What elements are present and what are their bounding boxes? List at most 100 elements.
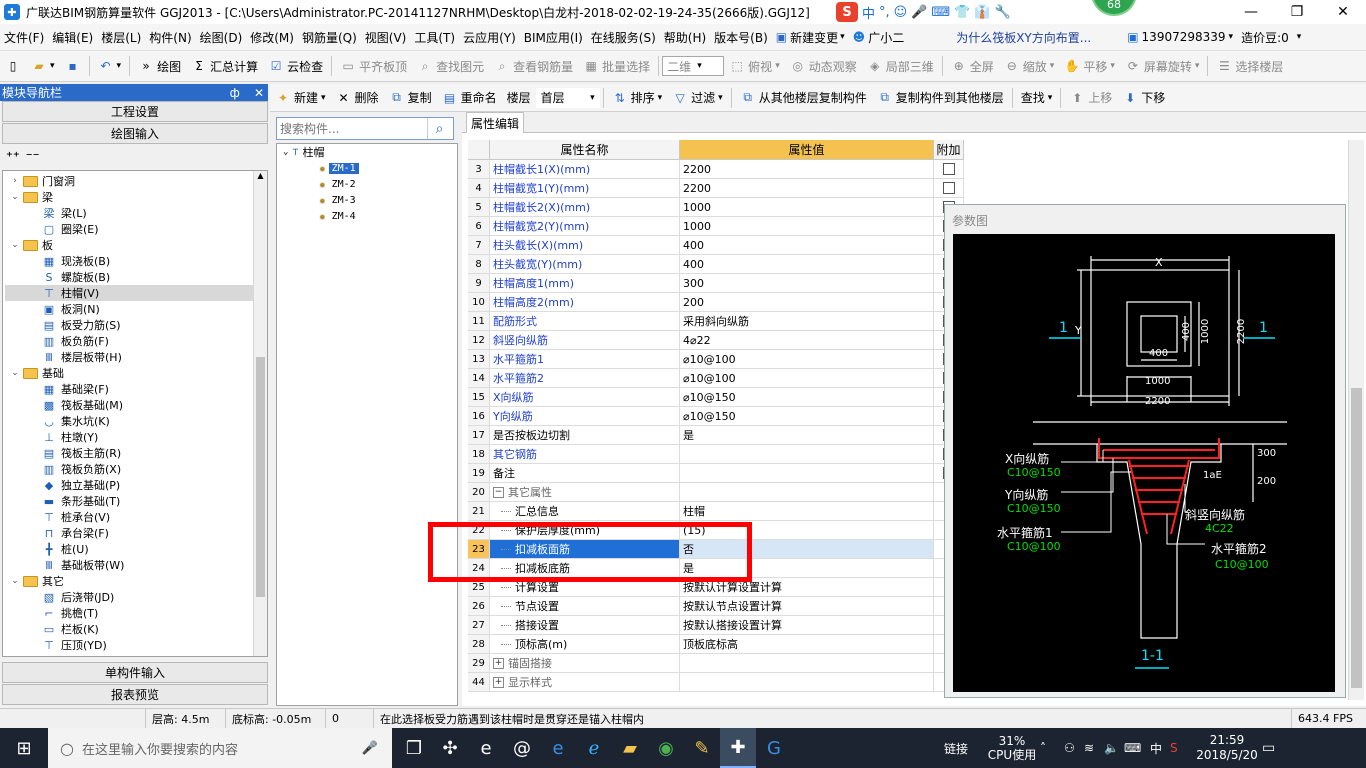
notification-icon[interactable]: ▭ <box>1262 740 1298 756</box>
tree-item[interactable]: ⊤ 柱帽(V) <box>5 285 253 301</box>
ie-icon[interactable]: ℯ <box>576 728 612 768</box>
shirt-icon[interactable]: 👔 <box>974 5 990 20</box>
expand-toggle-icon[interactable]: ⌄ <box>9 576 21 586</box>
floor-select[interactable]: 首层 ▾ <box>535 87 600 108</box>
property-row[interactable]: 27 搭接设置 按默认搭接设置计算 <box>468 616 964 635</box>
keyboard-icon[interactable]: ⌨ <box>1124 741 1150 755</box>
scroll-thumb[interactable] <box>256 357 265 597</box>
tree-folder[interactable]: › 门窗洞 <box>5 173 253 189</box>
property-row[interactable]: 44 + 显示样式 <box>468 673 964 692</box>
people-icon[interactable]: ⚇ <box>1064 741 1084 755</box>
menu-component[interactable]: 构件(N) <box>145 24 195 50</box>
tree-item[interactable]: ▧ 后浇带(JD) <box>5 589 253 605</box>
menu-floor[interactable]: 楼层(L) <box>97 24 145 50</box>
property-value[interactable]: 2200 <box>680 179 934 198</box>
sum-calc-button[interactable]: Σ 汇总计算 <box>186 51 263 81</box>
task-view-icon[interactable]: ❐ <box>396 728 432 768</box>
property-row[interactable]: 6 柱帽截宽2(Y)(mm) 1000 <box>468 217 964 236</box>
property-row[interactable]: 17 是否按板边切割 是 <box>468 426 964 445</box>
menu-online[interactable]: 在线服务(S) <box>587 24 660 50</box>
batch-select-button[interactable]: ▦ 批量选择 <box>578 51 655 81</box>
cloud-check-button[interactable]: ☑ 云检查 <box>263 51 328 81</box>
chevron-up-icon[interactable]: ˄ <box>1040 741 1064 755</box>
property-row[interactable]: 12 斜竖向纵筋 4⌀22 <box>468 331 964 350</box>
fan-app-icon[interactable]: ✣ <box>432 728 468 768</box>
tree-item[interactable]: ▤ 板受力筋(S) <box>5 317 253 333</box>
emoji-icon[interactable]: ☺ <box>894 5 908 20</box>
property-value[interactable]: ⌀10@100 <box>680 369 934 388</box>
property-row[interactable]: 11 配筋形式 采用斜向纵筋 <box>468 312 964 331</box>
property-value[interactable] <box>680 673 934 692</box>
undo-button[interactable]: ↶ ▾ <box>93 51 127 81</box>
copy-button[interactable]: ⧉ 复制 <box>384 83 437 113</box>
component-item[interactable]: ✹ ZM-3 <box>277 192 457 208</box>
menu-help[interactable]: 帮助(H) <box>660 24 710 50</box>
cost-beans[interactable]: 造价豆:0 <box>1237 24 1293 50</box>
delete-button[interactable]: ✕ 删除 <box>331 83 384 113</box>
file-explorer-icon[interactable]: ▰ <box>612 728 648 768</box>
collapse-all-icon[interactable]: ⁻⁻ <box>26 150 40 165</box>
new-change-button[interactable]: ▣ 新建变更 ▾ <box>772 24 849 50</box>
menu-version[interactable]: 版本号(B) <box>710 24 772 50</box>
property-value[interactable]: ⌀10@150 <box>680 407 934 426</box>
property-row[interactable]: 5 柱帽截长2(X)(mm) 1000 <box>468 198 964 217</box>
expand-all-icon[interactable]: ⁺⁺ <box>6 150 20 165</box>
select-floor-button[interactable]: ☰ 选择楼层 <box>1211 51 1288 81</box>
scroll-up-icon[interactable]: ▲ <box>254 171 267 185</box>
collapse-icon[interactable]: ⌄ <box>283 147 288 157</box>
property-row[interactable]: 14 水平箍筋2 ⌀10@100 <box>468 369 964 388</box>
search-icon[interactable]: ⌕ <box>427 118 451 139</box>
tree-item[interactable]: Ⅲ 楼层板带(H) <box>5 349 253 365</box>
tree-item[interactable]: ⊤ 压顶(YD) <box>5 637 253 653</box>
collapse-icon[interactable]: − <box>493 486 504 498</box>
property-row[interactable]: 26 节点设置 按默认节点设置计算 <box>468 597 964 616</box>
new-component-button[interactable]: ✦ 新建 ▾ <box>270 83 331 113</box>
property-row[interactable]: 10 柱帽高度2(mm) 200 <box>468 293 964 312</box>
full-screen-button[interactable]: ⊕ 全屏 <box>946 51 999 81</box>
component-search[interactable]: ⌕ <box>276 117 454 140</box>
property-value[interactable]: 采用斜向纵筋 <box>680 312 934 331</box>
menu-rebar[interactable]: 钢筋量(Q) <box>298 24 361 50</box>
tree-folder[interactable]: ⌄ 基础 <box>5 365 253 381</box>
report-preview-button[interactable]: 报表预览 <box>2 684 268 705</box>
tree-folder[interactable]: ⌄ 板 <box>5 237 253 253</box>
edge-browser-icon[interactable]: e <box>540 728 576 768</box>
expand-toggle-icon[interactable]: › <box>9 176 21 186</box>
clock[interactable]: 21:59 2018/5/20 <box>1192 733 1262 763</box>
property-value[interactable]: 1000 <box>680 217 934 236</box>
property-scrollbar[interactable] <box>1348 140 1364 700</box>
question-link[interactable]: 为什么筏板XY方向布置... <box>952 24 1095 50</box>
single-input-button[interactable]: 单构件输入 <box>2 662 268 683</box>
glodon-g-icon[interactable]: G <box>756 728 792 768</box>
property-value[interactable]: 4⌀22 <box>680 331 934 350</box>
wifi-icon[interactable]: ≋ <box>1084 741 1104 755</box>
notes-app-icon[interactable]: ✎ <box>684 728 720 768</box>
taskbar-search[interactable]: ○ 在这里输入你要搜索的内容 🎤 <box>48 728 392 768</box>
filter-button[interactable]: ▽ 过滤 ▾ <box>667 83 728 113</box>
property-row[interactable]: 21 汇总信息 柱帽 <box>468 502 964 521</box>
microphone-icon[interactable]: 🎤 <box>911 5 927 20</box>
property-value[interactable] <box>680 464 934 483</box>
property-value[interactable]: 2200 <box>680 160 934 179</box>
property-row[interactable]: 29 + 锚固搭接 <box>468 654 964 673</box>
tree-item[interactable]: ▥ 板负筋(F) <box>5 333 253 349</box>
scroll-thumb[interactable] <box>1351 388 1362 688</box>
tray-link[interactable]: 链接 <box>944 740 984 757</box>
punctuation-icon[interactable]: °, <box>879 5 890 20</box>
property-value[interactable]: 200 <box>680 293 934 312</box>
dynamic-view-button[interactable]: ◎ 动态观察 <box>785 51 862 81</box>
property-value[interactable]: 300 <box>680 274 934 293</box>
property-value[interactable]: 是 <box>680 426 934 445</box>
assistant-button[interactable]: ☻ 广小二 <box>849 24 909 50</box>
checkbox[interactable] <box>942 163 955 175</box>
tree-folder[interactable]: ⌄ 梁 <box>5 189 253 205</box>
tree-item[interactable]: ⊓ 承台梁(F) <box>5 525 253 541</box>
rotate-button[interactable]: ⟳ 屏幕旋转 ▾ <box>1120 51 1205 81</box>
sogou-tray-icon[interactable]: S <box>1170 741 1192 755</box>
tree-item[interactable]: ▣ 板洞(N) <box>5 301 253 317</box>
copy-from-floor-button[interactable]: ⧉ 从其他楼层复制构件 <box>735 83 872 113</box>
tree-folder[interactable]: ⌄ 其它 <box>5 573 253 589</box>
zoom-button[interactable]: ⊖ 缩放 ▾ <box>999 51 1060 81</box>
pan-button[interactable]: ✋ 平移 ▾ <box>1059 51 1120 81</box>
tree-item[interactable]: ╋ 桩(U) <box>5 541 253 557</box>
